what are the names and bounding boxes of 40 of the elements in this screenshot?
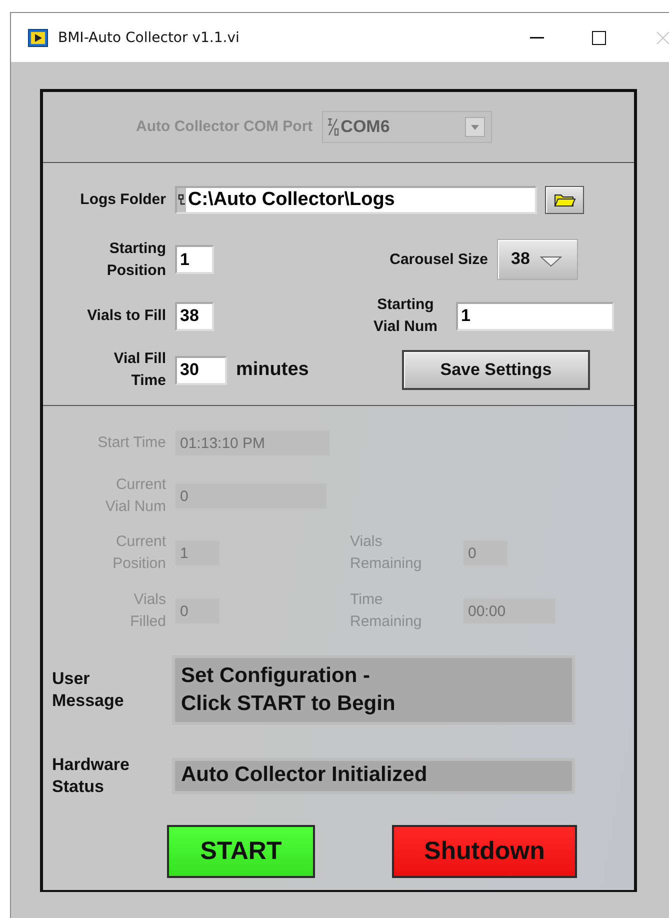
field-label: Hardware Status: [51, 754, 130, 798]
readout-field: 0: [463, 540, 508, 566]
field-label: Vial Fill Time: [112, 349, 166, 391]
path-field[interactable]: C:\Auto Collector\Logs: [175, 186, 537, 214]
field-label: Vials to Fill: [86, 306, 166, 326]
field-label: Auto Collector COM Port: [136, 117, 313, 137]
field-label: Current Position: [112, 532, 166, 574]
unit-label: minutes: [236, 359, 309, 381]
status-display: Auto Collector Initialized: [172, 758, 575, 794]
field-label: Carousel Size: [388, 250, 488, 270]
io-icon: [326, 117, 339, 137]
field-label: User Message: [51, 668, 125, 712]
field-label: Current Vial Num: [104, 475, 166, 517]
app-icon: [28, 28, 48, 46]
browse-button[interactable]: [545, 186, 584, 214]
number-field[interactable]: 1: [175, 245, 214, 274]
field-label: Logs Folder: [79, 190, 166, 210]
window-title: BMI-Auto Collector v1.1.vi: [58, 30, 240, 46]
readout-field: 0: [175, 483, 327, 509]
field-label: Time Remaining: [350, 590, 423, 632]
number-field[interactable]: 1: [456, 302, 614, 330]
field-label: Vials Filled: [129, 590, 166, 632]
dropdown-arrow-icon: [540, 255, 562, 267]
folder-icon: [554, 193, 576, 207]
field-label: Starting Position: [106, 238, 166, 280]
number-field[interactable]: 38: [175, 302, 214, 330]
minimize-icon[interactable]: [530, 36, 544, 38]
save-settings-button[interactable]: Save Settings: [402, 350, 590, 390]
maximize-icon[interactable]: [592, 30, 606, 44]
readout-field: 1: [175, 540, 220, 566]
field-label: Start Time: [96, 433, 166, 453]
carousel-size-dropdown[interactable]: 38: [497, 239, 578, 280]
readout-field: 00:00: [463, 598, 556, 624]
field-label: Starting Vial Num: [372, 295, 438, 337]
number-field[interactable]: 30: [175, 356, 227, 384]
readout-field: 0: [175, 598, 220, 624]
field-label: Vials Remaining: [350, 532, 423, 574]
message-display: Set Configuration - Click START to Begin: [172, 655, 575, 725]
dropdown-value: COM6: [340, 117, 391, 137]
readout-field: 01:13:10 PM: [175, 430, 330, 456]
